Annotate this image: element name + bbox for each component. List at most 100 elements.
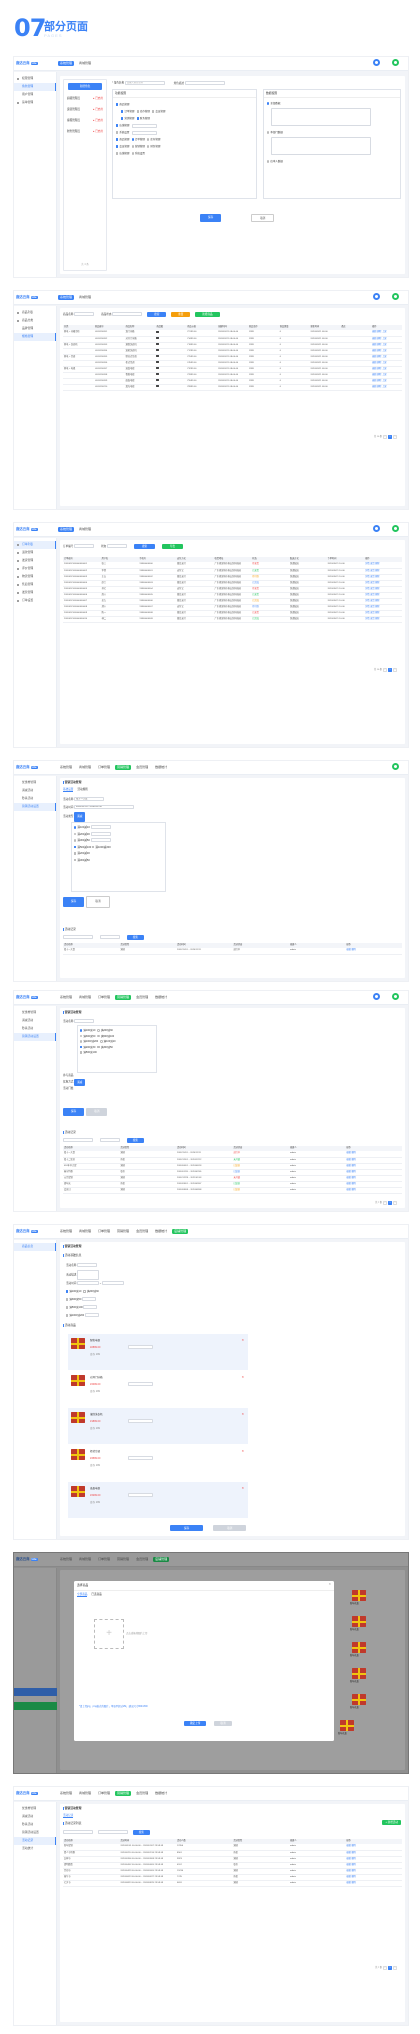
search-button[interactable]: 搜索	[132, 1830, 150, 1836]
save-button[interactable]: 保存	[170, 1525, 204, 1532]
sidebar-item[interactable]: 秒杀活动	[14, 795, 56, 803]
add-goods-button[interactable]: 新增商品	[195, 312, 220, 318]
row-actions[interactable]: 编辑 删除	[347, 949, 356, 951]
data-opt[interactable]: 仅本人数据	[267, 159, 397, 165]
goods-item[interactable]: 液晶电视 ¥3299.00 库存 199 ✕	[68, 1482, 248, 1518]
sidebar-item[interactable]: 满减活动	[14, 787, 56, 795]
cancel-button[interactable]: 取消	[251, 214, 275, 223]
tab-basic[interactable]: 基础设置	[63, 788, 74, 793]
perm-input[interactable]	[131, 123, 157, 128]
perm-row[interactable]: 会员管理 营销管理 财务管理	[116, 143, 253, 150]
role-desc-input[interactable]	[184, 81, 225, 85]
table-row[interactable]: 七夕节 2020/08/23 00:00:00 ~ 2020/08/25 23:5…	[63, 1880, 402, 1887]
nav-goods[interactable]: 商城管理	[77, 527, 93, 532]
row-actions[interactable]: 编辑 删除	[347, 1171, 356, 1173]
sidebar-item[interactable]: 营销活动设置	[14, 1829, 56, 1837]
row-actions[interactable]: 编辑 删除 上架	[372, 362, 386, 364]
settings-avatar-icon[interactable]	[392, 525, 399, 532]
nav-item[interactable]: 营销管理	[115, 1229, 131, 1234]
app-logo[interactable]: 鹿达云商 Lite	[16, 1791, 38, 1796]
list-search-input[interactable]	[63, 935, 93, 940]
row-actions[interactable]: 编辑 删除 上架	[372, 331, 386, 333]
row-actions[interactable]: 详情 发货 删除	[365, 588, 379, 590]
sidebar-item[interactable]: 角色管理	[14, 83, 56, 91]
delete-icon[interactable]: ✕	[241, 1486, 244, 1491]
goods-qty-input[interactable]	[128, 1456, 153, 1460]
role-name-input[interactable]: 请输入角色名称	[124, 81, 165, 85]
perm-row[interactable]: 店铺管理 系统设置	[116, 150, 253, 157]
radio[interactable]	[97, 1034, 100, 1038]
table-row[interactable]: 双十一大促 满减 2020/11/01 ~ 2020/11/11 进行中 admin 编辑…	[63, 948, 402, 955]
row-actions[interactable]: 编辑 删除	[347, 1152, 356, 1154]
row-actions[interactable]: 编辑 删除 上架	[372, 344, 386, 346]
nav-item-active[interactable]: 营销管理	[115, 1791, 132, 1796]
nav-goods[interactable]: 商城管理	[77, 61, 93, 66]
page-1[interactable]: 1	[388, 1201, 392, 1205]
nav-item[interactable]: 订单管理	[96, 1229, 112, 1234]
perm-row[interactable]: 系统设置	[116, 129, 253, 136]
nav-item[interactable]: 会员管理	[134, 765, 150, 770]
row-actions[interactable]: 编辑 删除	[347, 1159, 356, 1161]
nav-item-active[interactable]: 营销管理	[115, 765, 132, 770]
cancel-button[interactable]: 取消	[86, 896, 110, 908]
form-textarea[interactable]	[77, 1270, 100, 1280]
row-actions[interactable]: 详情 发货 删除	[365, 576, 379, 578]
radio[interactable]	[97, 1029, 100, 1032]
nav-system[interactable]: 系统管理	[58, 295, 75, 300]
form-input[interactable]	[74, 1019, 95, 1024]
nav-item[interactable]: 数据统计	[153, 765, 169, 770]
nav-item-active[interactable]: 店铺管理	[153, 1557, 170, 1562]
row-actions[interactable]: 编辑 删除	[347, 1882, 356, 1884]
nav-item[interactable]: 商城管理	[77, 1557, 93, 1562]
role-list-item[interactable]: 财务管理员 ● 已启用	[64, 126, 106, 137]
list-status-select[interactable]	[99, 1138, 120, 1143]
sidebar-item[interactable]: 评价管理	[14, 565, 56, 573]
sidebar-item[interactable]: 发票管理	[14, 589, 56, 597]
nav-item[interactable]: 商城管理	[77, 995, 93, 1000]
nav-item[interactable]: 会员管理	[134, 1229, 150, 1234]
page-1[interactable]: 1	[388, 1966, 392, 1970]
goods-qty-input[interactable]	[128, 1382, 153, 1386]
order-no-input[interactable]	[74, 544, 95, 549]
row-actions[interactable]: 详情 发货 删除	[365, 582, 379, 584]
search-input[interactable]	[63, 1830, 93, 1835]
perm-row[interactable]: 商品管理 订单管理 库存管理	[116, 136, 253, 143]
settings-avatar-icon[interactable]	[392, 763, 399, 770]
data-opt[interactable]: 本部门数据	[267, 130, 397, 136]
nav-item[interactable]: 商城管理	[77, 1791, 93, 1796]
add-role-button[interactable]: 新增角色	[68, 83, 102, 91]
nav-goods[interactable]: 商城管理	[77, 295, 93, 300]
page-1[interactable]: 1	[388, 668, 392, 672]
nav-item[interactable]: 数据统计	[153, 1791, 169, 1796]
sidebar-item[interactable]: 商品分类	[14, 317, 56, 325]
row-actions[interactable]: 详情 发货 删除	[365, 570, 379, 572]
row-actions[interactable]: 编辑 删除	[347, 1183, 356, 1185]
role-list-item[interactable]: 超级管理员 ● 已启用	[64, 93, 106, 104]
row-actions[interactable]: 详情 发货 删除	[365, 600, 379, 602]
search-button[interactable]: 搜索	[126, 1138, 144, 1144]
checkbox[interactable]	[91, 845, 95, 848]
nav-item[interactable]: 商城管理	[77, 765, 93, 770]
table-row[interactable]: 会员日 满减 2020/08/08 ~ 2020/08/08 已结束 admin 编辑 删…	[63, 1187, 402, 1194]
row-actions[interactable]: 编辑 删除	[347, 1852, 356, 1854]
goods-qty-input[interactable]	[128, 1493, 153, 1497]
nav-item[interactable]: 会员管理	[134, 1557, 150, 1562]
goods-card[interactable]: 新年礼盒	[338, 1720, 368, 1750]
goods-item[interactable]: 智能电视 ¥2899.00 库存 199 ✕	[68, 1334, 248, 1370]
data-textarea[interactable]	[271, 108, 371, 127]
activity-name-input[interactable]: 双十一大促	[74, 797, 105, 802]
sidebar-item[interactable]: 优惠券管理	[14, 1805, 56, 1813]
type-button[interactable]: 满减	[74, 1079, 86, 1087]
form-input[interactable]	[84, 1313, 99, 1318]
sidebar-item[interactable]: 退款管理	[14, 549, 56, 557]
row-actions[interactable]: 详情 发货 删除	[365, 606, 379, 608]
perm-input[interactable]	[131, 130, 157, 135]
radio[interactable]	[131, 152, 134, 155]
table-row[interactable]: LS20190210 激光电视 ¥8999.00 2020/05/21 08:00:0…	[63, 384, 402, 391]
sidebar-item[interactable]: 商品信息	[14, 1243, 56, 1251]
role-list-item[interactable]: 运营管理员 ● 已启用	[64, 104, 106, 115]
sidebar-item[interactable]: 售后管理	[14, 581, 56, 589]
rule-input[interactable]	[90, 825, 111, 830]
delete-icon[interactable]: ✕	[241, 1412, 244, 1417]
nav-item[interactable]: 数据统计	[153, 995, 169, 1000]
